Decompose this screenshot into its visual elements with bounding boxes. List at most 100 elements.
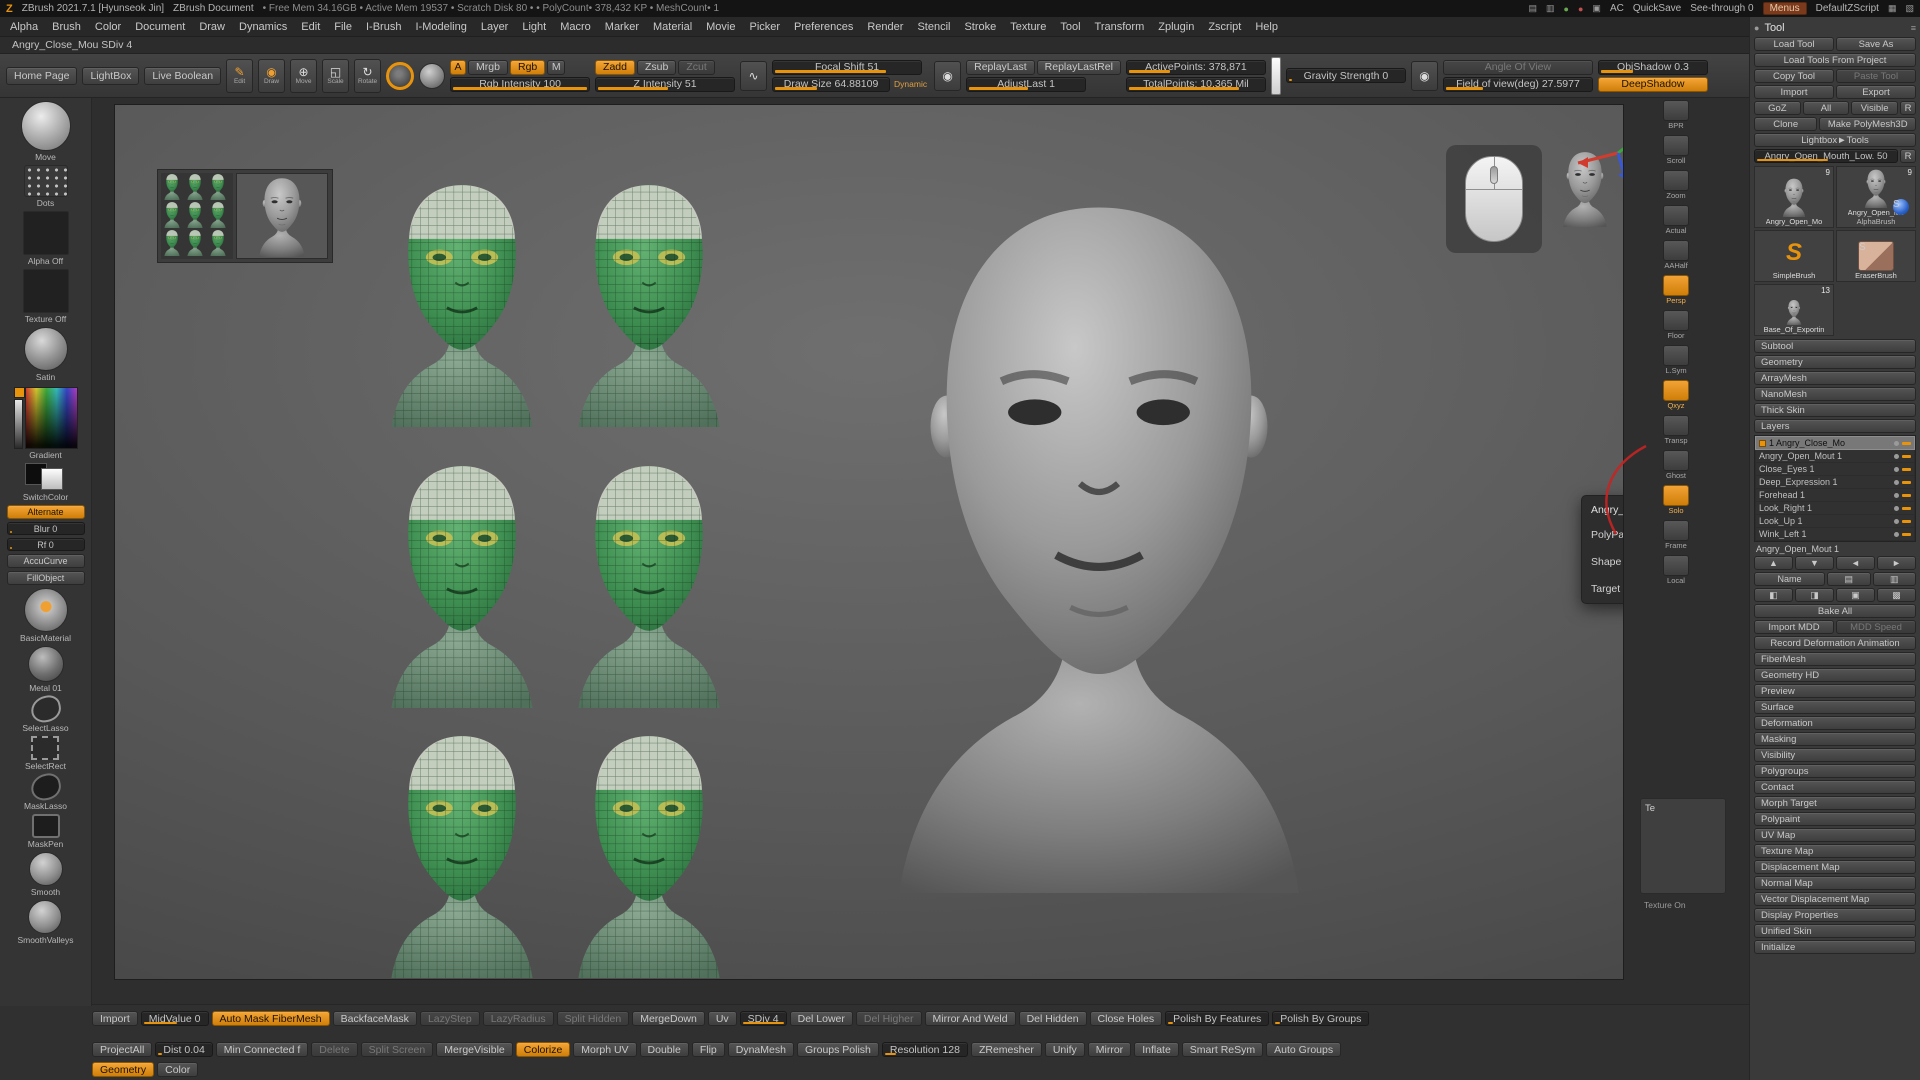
menu-item[interactable]: Layer [481, 21, 509, 33]
bottom-button[interactable]: Colorize [516, 1042, 571, 1057]
tool-section-button[interactable]: Preview [1754, 684, 1916, 698]
bottom-button[interactable]: SDiv 4 [740, 1011, 787, 1026]
focal-shift-slider[interactable]: Focal Shift 51 [772, 60, 922, 75]
quicksave-button[interactable]: QuickSave [1633, 3, 1681, 14]
tool-section-button[interactable]: Initialize [1754, 940, 1916, 954]
scale-button[interactable]: ◱ Scale [322, 59, 349, 93]
rgb-toggle[interactable]: Rgb [510, 60, 545, 75]
tool-section-button[interactable]: Thick Skin [1754, 403, 1916, 417]
bottom-button[interactable]: BackfaceMask [333, 1011, 417, 1026]
menu-item[interactable]: Texture [1010, 21, 1046, 33]
default-zscript-button[interactable]: DefaultZScript [1816, 3, 1879, 14]
bottom-button[interactable]: MergeDown [632, 1011, 705, 1026]
layer-intensity-icon[interactable] [1902, 507, 1911, 510]
menu-item[interactable]: Movie [706, 21, 735, 33]
right-shelf-button[interactable]: L.Sym [1663, 345, 1689, 375]
tool-thumbnail[interactable]: S EraserBrush [1836, 230, 1916, 282]
right-shelf-button[interactable]: Scroll [1663, 135, 1689, 165]
layer-visibility-icon[interactable] [1894, 441, 1899, 446]
bottom-button[interactable]: MergeVisible [436, 1042, 513, 1057]
bottom-button[interactable]: Auto Groups [1266, 1042, 1341, 1057]
left-tool-item[interactable]: MaskLasso [24, 774, 67, 811]
alpha-selector-button[interactable]: ◉ [934, 61, 961, 91]
layer-row[interactable]: Look_Up 1 [1756, 515, 1914, 527]
bottom-button[interactable]: Color [157, 1062, 198, 1077]
bottom-button[interactable]: Del Hidden [1019, 1011, 1087, 1026]
rf-slider[interactable]: Rf 0 [7, 538, 85, 551]
tool-section-button[interactable]: UV Map [1754, 828, 1916, 842]
tool-resolution-slider[interactable]: Angry_Open_Mouth_Low. 50 [1754, 149, 1898, 163]
bottom-button[interactable]: Import [92, 1011, 138, 1026]
rgb-intensity-slider[interactable]: Rgb Intensity 100 [450, 77, 590, 92]
a-toggle[interactable]: A [450, 60, 466, 75]
alternate-button[interactable]: Alternate [7, 505, 85, 519]
menu-item[interactable]: Tool [1060, 21, 1080, 33]
bottom-button[interactable]: Smart ReSym [1182, 1042, 1263, 1057]
right-shelf-button[interactable]: BPR [1663, 100, 1689, 130]
tool-r-button[interactable]: R [1900, 149, 1916, 163]
import-button[interactable]: Import [1754, 85, 1834, 99]
color-picker[interactable] [14, 387, 78, 449]
goz-all-button[interactable]: All [1803, 101, 1850, 115]
home-page-button[interactable]: Home Page [6, 67, 77, 85]
menu-item[interactable]: Document [135, 21, 185, 33]
tool-thumbnail[interactable]: S SimpleBrush [1754, 230, 1834, 282]
left-tool-item[interactable]: Texture Off [23, 269, 69, 324]
tool-palette-header[interactable]: ● Tool ≡ [1754, 20, 1916, 35]
bottom-button[interactable]: Resolution 128 [882, 1042, 968, 1057]
bottom-button[interactable]: Delete [311, 1042, 357, 1057]
layer-mode-button[interactable]: ▩ [1877, 588, 1916, 602]
layer-intensity-icon[interactable] [1902, 520, 1911, 523]
tool-section-button[interactable]: Geometry HD [1754, 668, 1916, 682]
right-shelf-button[interactable]: Floor [1663, 310, 1689, 340]
layer-row[interactable]: Deep_Expression 1 [1756, 476, 1914, 488]
bottom-button[interactable]: LazyStep [420, 1011, 480, 1026]
grid-icon[interactable]: ▤ [1529, 3, 1538, 14]
menu-item[interactable]: Picker [749, 21, 780, 33]
zsub-toggle[interactable]: Zsub [637, 60, 676, 75]
see-through-slider[interactable]: See-through 0 [1690, 3, 1753, 14]
bottom-button[interactable]: Double [640, 1042, 689, 1057]
bottom-button[interactable]: LazyRadius [483, 1011, 554, 1026]
panel-icon[interactable]: ▥ [1546, 3, 1555, 14]
tool-section-button[interactable]: Visibility [1754, 748, 1916, 762]
tool-section-button[interactable]: Morph Target [1754, 796, 1916, 810]
saturation-box[interactable] [25, 387, 78, 449]
layer-row[interactable]: Angry_Open_Mout 1 [1756, 450, 1914, 462]
right-shelf-button[interactable]: Solo [1663, 485, 1689, 515]
menu-item[interactable]: I-Modeling [415, 21, 466, 33]
tool-section-button[interactable]: Deformation [1754, 716, 1916, 730]
secondary-color-swatch[interactable] [41, 468, 63, 490]
layer-intensity-icon[interactable] [1902, 442, 1911, 445]
goz-visible-button[interactable]: Visible [1851, 101, 1898, 115]
document-canvas[interactable]: Angry_Close_Mou SDiv 4 PolyPaint (Empty)… [114, 104, 1624, 980]
context-menu-item-shape[interactable]: Shape [1591, 554, 1624, 570]
bottom-button[interactable]: Geometry [92, 1062, 154, 1077]
menu-item[interactable]: Zscript [1208, 21, 1241, 33]
make-polymesh3d-button[interactable]: Make PolyMesh3D [1819, 117, 1916, 131]
active-tool-label[interactable]: Angry_Close_Mou SDiv 4 [12, 39, 132, 51]
bottom-button[interactable]: Close Holes [1090, 1011, 1163, 1026]
left-tool-item[interactable]: Satin [24, 327, 68, 382]
layer-row[interactable]: Look_Right 1 [1756, 502, 1914, 514]
bottom-button[interactable]: Split Hidden [557, 1011, 630, 1026]
left-tool-item[interactable]: SelectRect [25, 736, 66, 771]
bottom-button[interactable]: Mirror [1088, 1042, 1131, 1057]
menu-item[interactable]: Macro [560, 21, 591, 33]
context-menu-item-target-mask[interactable]: Target Mask (Empty) [1591, 583, 1624, 595]
goz-button[interactable]: GoZ [1754, 101, 1801, 115]
lightbox-button[interactable]: LightBox [82, 67, 139, 85]
live-boolean-button[interactable]: Live Boolean [144, 67, 221, 85]
menu-item[interactable]: Render [867, 21, 903, 33]
layer-row[interactable]: Wink_Left 1 [1756, 528, 1914, 540]
vertical-slider[interactable] [1271, 57, 1281, 95]
tool-section-button[interactable]: Texture Map [1754, 844, 1916, 858]
replay-last-button[interactable]: ReplayLast [966, 60, 1035, 75]
tool-section-button[interactable]: Polygroups [1754, 764, 1916, 778]
color-picker-item[interactable]: Gradient [14, 385, 78, 460]
layer-intensity-icon[interactable] [1902, 481, 1911, 484]
layer-intensity-icon[interactable] [1902, 468, 1911, 471]
bake-all-button[interactable]: Bake All [1754, 604, 1916, 618]
edit-button[interactable]: ✎ Edit [226, 59, 253, 93]
fillobject-button[interactable]: FillObject [7, 571, 85, 585]
